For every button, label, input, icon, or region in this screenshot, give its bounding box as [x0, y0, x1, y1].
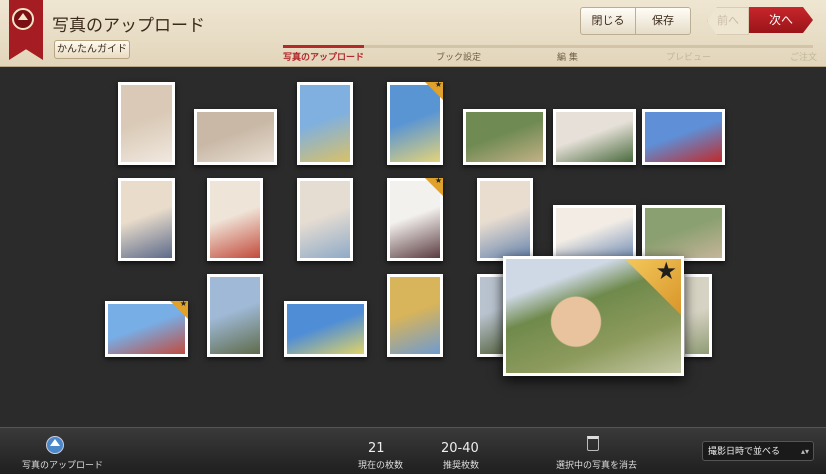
step-book-settings: ブック設定: [436, 53, 482, 63]
sort-select-value: 撮影日時で並べる: [708, 447, 781, 457]
photo-image: [197, 112, 274, 162]
photo-thumbnail[interactable]: [553, 109, 636, 165]
guide-button[interactable]: かんたんガイド: [54, 40, 130, 59]
sort-select[interactable]: 撮影日時で並べる ▴▾: [702, 441, 814, 461]
photo-thumbnail[interactable]: [297, 82, 353, 165]
step-upload: 写真のアップロード: [283, 53, 365, 63]
recommended-count: 20-40: [441, 441, 479, 456]
photo-thumbnail[interactable]: [553, 205, 636, 261]
photo-image: [645, 208, 722, 258]
header-bar: 写真のアップロード かんたんガイド 閉じる 保存 前へ 次へ 写真のアップロード…: [0, 0, 826, 67]
recommended-count-label: 推奨枚数: [443, 461, 480, 471]
photo-thumbnail[interactable]: [118, 178, 175, 261]
photo-thumbnail[interactable]: [207, 274, 263, 357]
step-preview: プレビュー: [666, 53, 712, 63]
photo-image: [685, 277, 709, 354]
photo-image: [390, 277, 440, 354]
upload-arrow-icon[interactable]: [46, 436, 64, 454]
step-order: ご注文: [790, 53, 818, 63]
step-edit: 編 集: [557, 53, 578, 63]
photo-image: [300, 85, 350, 162]
photo-image: [480, 277, 504, 354]
photo-thumbnail[interactable]: [682, 274, 712, 357]
photo-thumbnail[interactable]: [463, 109, 546, 165]
photo-thumbnail[interactable]: [194, 109, 277, 165]
featured-photo[interactable]: [503, 256, 684, 376]
photo-thumbnail[interactable]: [118, 82, 175, 165]
photo-image: [210, 181, 260, 258]
photo-image: [210, 277, 260, 354]
photo-image: [121, 181, 172, 258]
photo-thumbnail[interactable]: [387, 82, 443, 165]
photo-image: [390, 181, 440, 258]
photo-image: [121, 85, 172, 162]
photo-image: [556, 208, 633, 258]
next-button[interactable]: 次へ: [749, 7, 813, 33]
photo-image: [556, 112, 633, 162]
page-title: 写真のアップロード: [52, 16, 205, 36]
photo-thumbnail[interactable]: [387, 274, 443, 357]
photo-image: [390, 85, 440, 162]
photo-image: [108, 304, 185, 354]
delete-selected-button[interactable]: 選択中の写真を消去: [556, 458, 637, 471]
close-button[interactable]: 閉じる: [580, 7, 636, 35]
photo-thumbnail[interactable]: [105, 301, 188, 357]
trash-icon[interactable]: [587, 436, 599, 451]
photo-thumbnail[interactable]: [642, 205, 725, 261]
photo-image: [287, 304, 364, 354]
save-button[interactable]: 保存: [635, 7, 691, 35]
photo-thumbnail[interactable]: [284, 301, 367, 357]
upload-button-label[interactable]: 写真のアップロード: [22, 458, 103, 471]
photo-image: [480, 181, 530, 258]
upload-icon: [12, 8, 34, 30]
photo-thumbnail[interactable]: [477, 178, 533, 261]
step-progress-active: [283, 45, 364, 48]
photo-thumbnail[interactable]: [297, 178, 353, 261]
current-count: 21: [368, 441, 385, 456]
chevron-updown-icon: ▴▾: [800, 447, 809, 456]
photo-thumbnail[interactable]: [387, 178, 443, 261]
photo-image: [466, 112, 543, 162]
photo-thumbnail[interactable]: [207, 178, 263, 261]
current-count-label: 現在の枚数: [358, 461, 404, 471]
photo-thumbnail[interactable]: [642, 109, 725, 165]
prev-button[interactable]: 前へ: [707, 7, 749, 35]
photo-image: [645, 112, 722, 162]
photo-image: [300, 181, 350, 258]
